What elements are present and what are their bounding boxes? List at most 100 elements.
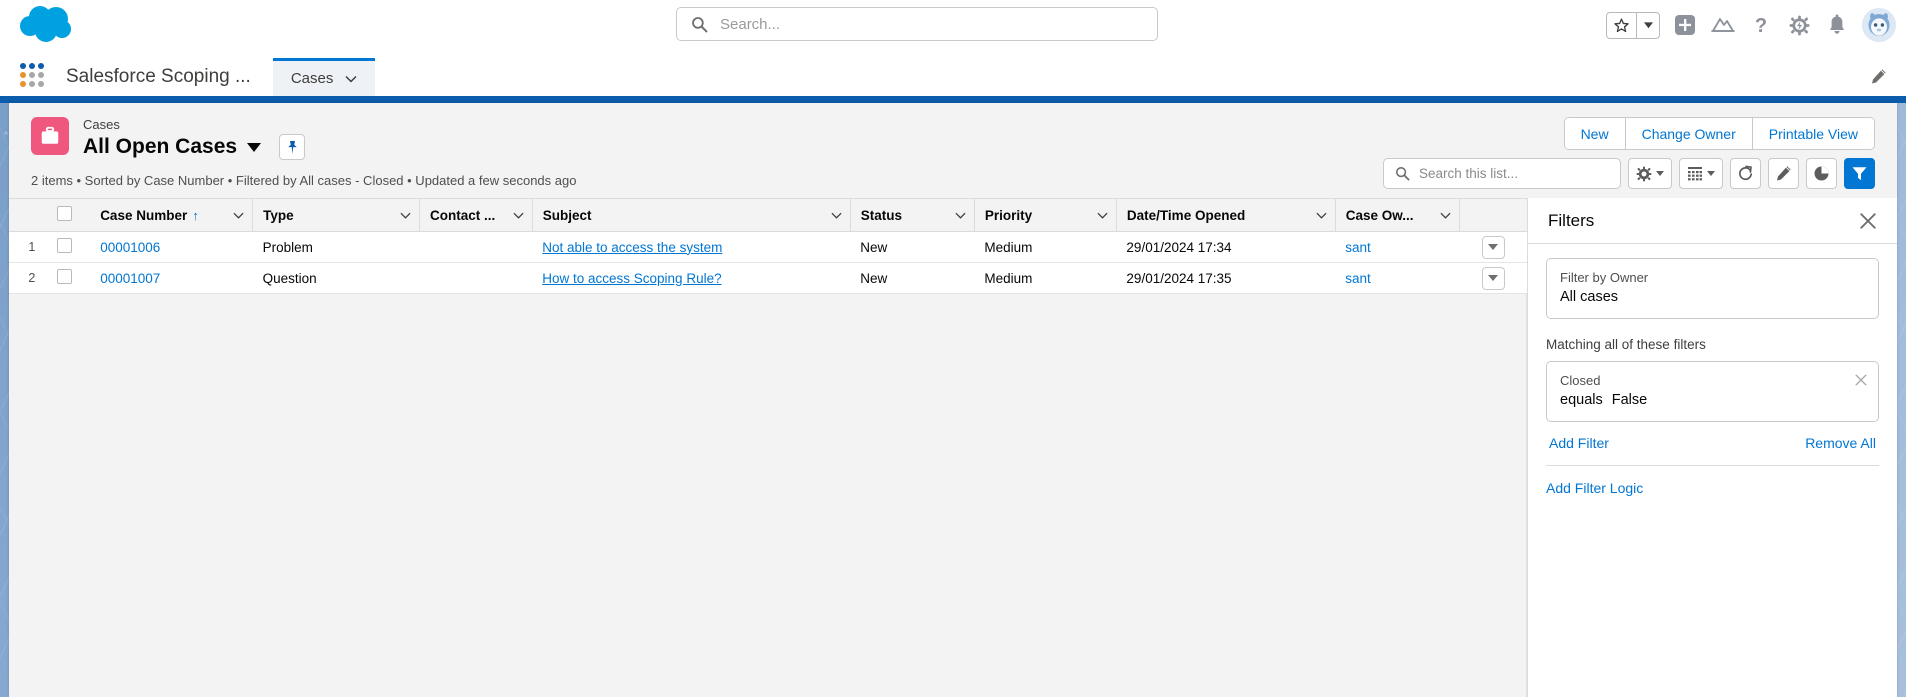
global-actions-plus-icon[interactable] xyxy=(1672,12,1698,38)
pie-chart-icon xyxy=(1814,166,1829,181)
subject-link[interactable]: Not able to access the system xyxy=(542,240,722,255)
charts-button[interactable] xyxy=(1806,158,1837,189)
pin-icon xyxy=(287,140,297,154)
column-header-priority[interactable]: Priority xyxy=(974,198,1117,232)
chevron-down-icon[interactable] xyxy=(1440,210,1451,221)
row-select-cell xyxy=(47,262,91,294)
display-as-button[interactable] xyxy=(1679,158,1723,189)
row-select-cell xyxy=(47,231,91,263)
cell-type: Problem xyxy=(252,231,420,263)
cell-subject: How to access Scoping Rule? xyxy=(532,262,851,294)
filter-item-closed[interactable]: Closed equals False xyxy=(1546,361,1879,422)
refresh-button[interactable] xyxy=(1730,158,1761,189)
change-owner-button[interactable]: Change Owner xyxy=(1625,118,1753,149)
row-actions-button[interactable] xyxy=(1481,235,1505,259)
filter-funnel-icon xyxy=(1852,167,1867,181)
column-header-type[interactable]: Type xyxy=(252,198,420,232)
global-search-wrapper xyxy=(676,7,1158,41)
app-launcher-icon[interactable] xyxy=(20,62,46,88)
setup-gear-icon[interactable] xyxy=(1786,12,1812,38)
list-view-action-buttons: New Change Owner Printable View xyxy=(1563,117,1875,150)
add-filter-link[interactable]: Add Filter xyxy=(1549,435,1609,451)
row-checkbox[interactable] xyxy=(57,238,73,253)
gear-icon xyxy=(1636,166,1652,181)
column-header-case-number[interactable]: Case Number ↑ xyxy=(90,198,254,232)
svg-text:?: ? xyxy=(1755,15,1767,36)
cases-table: Case Number ↑ Type Contact ... Subject S… xyxy=(9,198,1527,294)
row-checkbox[interactable] xyxy=(57,269,73,284)
table-row[interactable]: 1 00001006 Problem Not able to access th… xyxy=(9,231,1527,263)
remove-filter-icon[interactable] xyxy=(1854,373,1868,387)
row-actions-button[interactable] xyxy=(1481,266,1505,290)
case-owner-link[interactable]: sant xyxy=(1345,271,1371,286)
column-header-case-owner[interactable]: Case Ow... xyxy=(1335,198,1460,232)
filter-by-owner-value: All cases xyxy=(1560,289,1619,305)
tab-cases-label: Cases xyxy=(290,70,334,87)
column-label: Subject xyxy=(542,207,592,223)
chevron-down-icon[interactable] xyxy=(345,75,357,83)
list-body: Case Number ↑ Type Contact ... Subject S… xyxy=(9,198,1897,697)
salesforce-cloud-logo[interactable] xyxy=(18,4,80,46)
global-search-input[interactable] xyxy=(708,8,1157,40)
favorites-caret-icon[interactable] xyxy=(1637,13,1659,38)
chevron-down-icon xyxy=(1707,171,1715,176)
notifications-bell-icon[interactable] xyxy=(1824,12,1850,38)
list-search-box[interactable] xyxy=(1383,158,1621,189)
column-label: Contact ... xyxy=(429,207,496,223)
filter-by-owner-card[interactable]: Filter by Owner All cases xyxy=(1546,258,1879,319)
column-header-status[interactable]: Status xyxy=(850,198,975,232)
list-view-selector-caret-icon[interactable] xyxy=(247,142,262,152)
filter-value: False xyxy=(1611,392,1648,408)
help-icon[interactable]: ? xyxy=(1748,12,1774,38)
chevron-down-icon xyxy=(1656,171,1664,176)
chevron-down-icon[interactable] xyxy=(400,210,411,221)
chevron-down-icon[interactable] xyxy=(1316,210,1327,221)
table-row[interactable]: 2 00001007 Question How to access Scopin… xyxy=(9,262,1527,294)
column-header-subject[interactable]: Subject xyxy=(532,198,851,232)
tab-cases[interactable]: Cases xyxy=(272,58,376,96)
chevron-down-icon[interactable] xyxy=(233,210,244,221)
case-number-link[interactable]: 00001006 xyxy=(100,240,160,255)
favorites-group[interactable] xyxy=(1606,11,1660,39)
filter-operator: equals xyxy=(1560,392,1603,408)
refresh-icon xyxy=(1739,165,1753,181)
page-background: Cases All Open Cases New Change Owner Pr… xyxy=(0,103,1906,697)
list-view-controls-button[interactable] xyxy=(1628,158,1672,189)
pencil-edit-icon[interactable] xyxy=(1868,66,1888,86)
user-avatar[interactable] xyxy=(1862,8,1896,42)
nav-blue-strip xyxy=(0,96,1906,103)
filter-field: Closed xyxy=(1560,373,1601,388)
chevron-down-icon[interactable] xyxy=(831,210,842,221)
case-number-link[interactable]: 00001007 xyxy=(100,271,160,286)
filters-button[interactable] xyxy=(1844,158,1875,189)
global-search-box[interactable] xyxy=(676,7,1158,41)
column-label: Case Ow... xyxy=(1345,207,1414,223)
add-filter-logic-link[interactable]: Add Filter Logic xyxy=(1546,480,1643,496)
pin-list-view-button[interactable] xyxy=(279,134,306,160)
list-view-header: Cases All Open Cases New Change Owner Pr… xyxy=(9,103,1897,198)
column-header-date-time-opened[interactable]: Date/Time Opened xyxy=(1116,198,1336,232)
close-icon[interactable] xyxy=(1859,212,1877,230)
case-owner-link[interactable]: sant xyxy=(1345,240,1371,255)
einstein-mountain-icon[interactable] xyxy=(1710,12,1736,38)
printable-view-button[interactable]: Printable View xyxy=(1752,118,1874,149)
select-all-checkbox[interactable] xyxy=(57,206,73,221)
cell-date-time-opened: 29/01/2024 17:35 xyxy=(1116,262,1336,294)
list-search-input[interactable] xyxy=(1410,159,1620,188)
chevron-down-icon[interactable] xyxy=(1097,210,1108,221)
column-header-contact[interactable]: Contact ... xyxy=(419,198,533,232)
search-icon xyxy=(692,16,708,32)
chevron-down-icon[interactable] xyxy=(513,210,524,221)
app-name: Salesforce Scoping ... xyxy=(66,66,251,87)
subject-link[interactable]: How to access Scoping Rule? xyxy=(542,271,721,286)
sort-ascending-icon: ↑ xyxy=(192,207,199,223)
column-label: Status xyxy=(860,207,903,223)
chevron-down-icon[interactable] xyxy=(955,210,966,221)
favorites-star-icon[interactable] xyxy=(1607,13,1636,38)
global-header: ? xyxy=(0,0,1906,50)
search-icon xyxy=(1395,166,1410,181)
edit-list-button[interactable] xyxy=(1768,158,1799,189)
remove-all-link[interactable]: Remove All xyxy=(1805,435,1876,451)
column-label: Date/Time Opened xyxy=(1126,207,1246,223)
new-button[interactable]: New xyxy=(1564,118,1626,149)
